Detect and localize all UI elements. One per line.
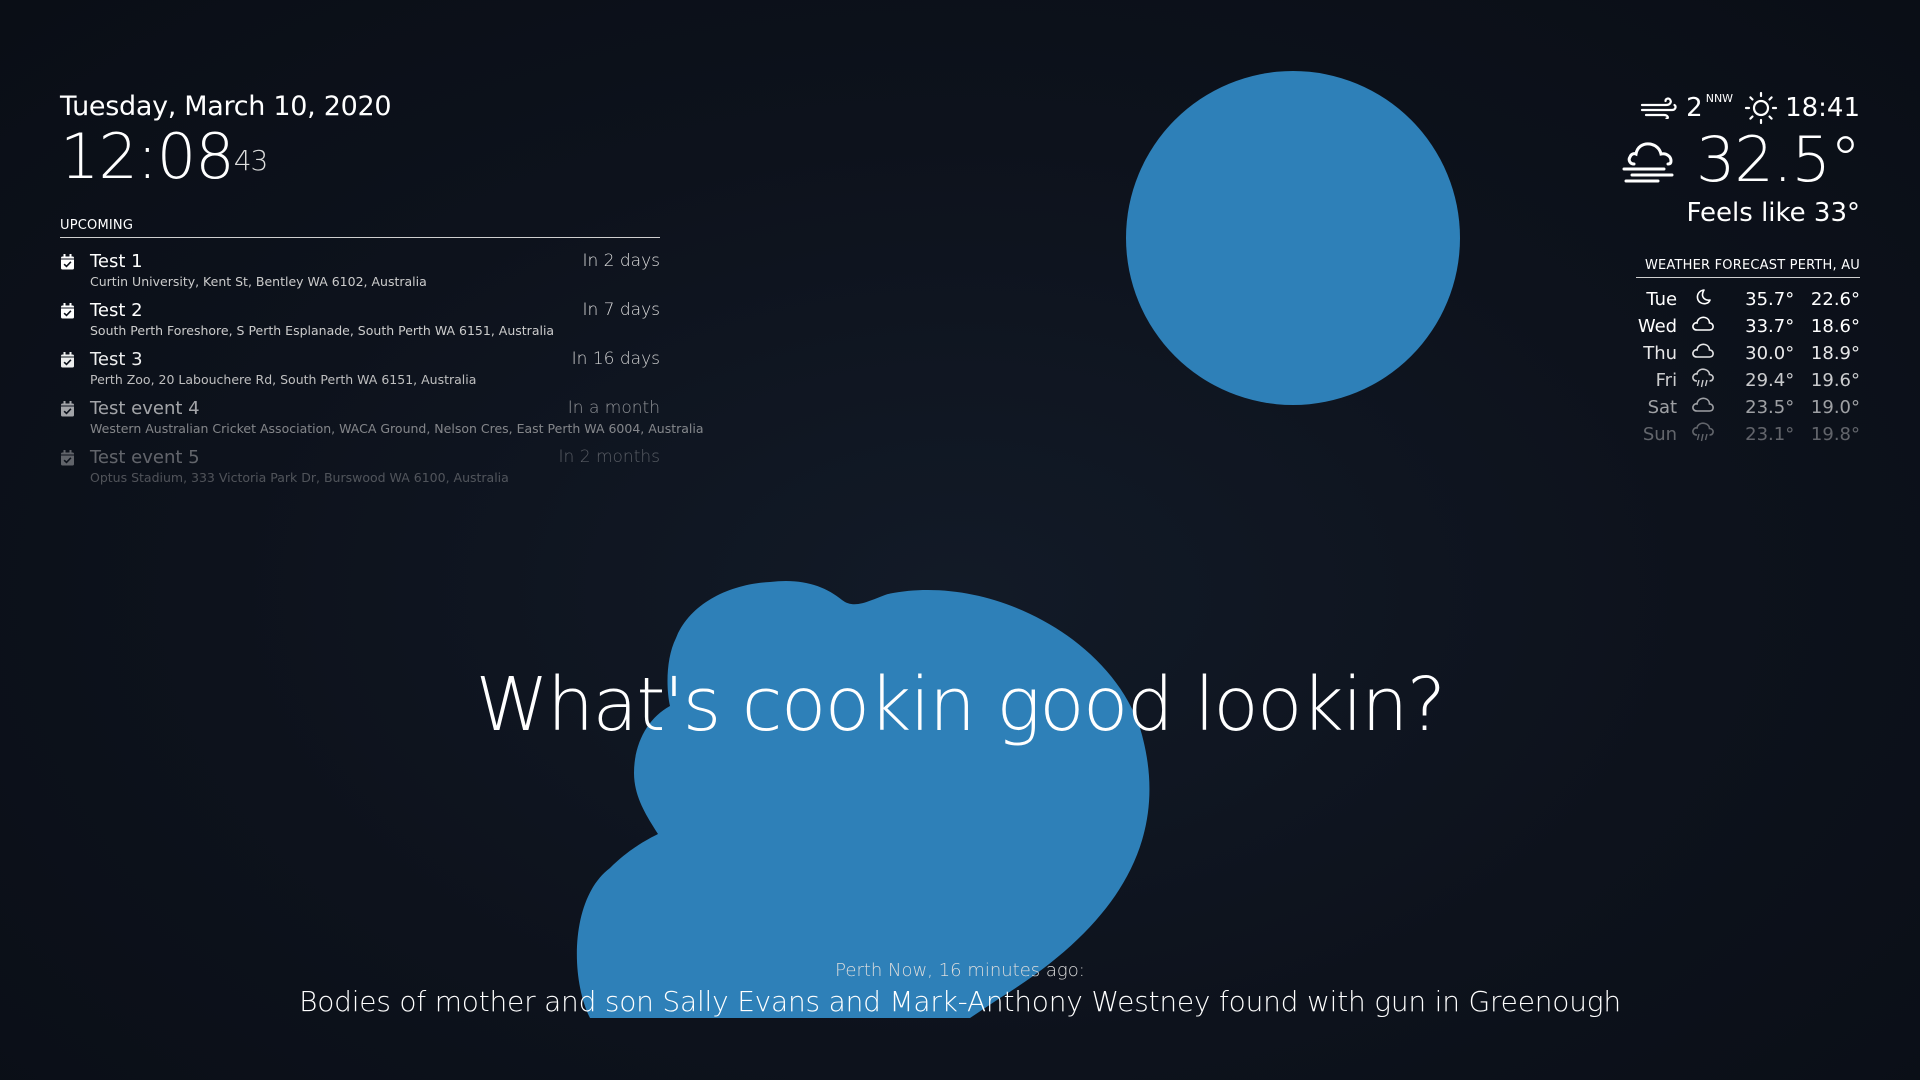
clock-module: Tuesday, March 10, 2020 12:0843 bbox=[60, 90, 392, 190]
event-when: In 2 months bbox=[558, 447, 660, 467]
calendar-header: UPCOMING bbox=[60, 218, 660, 238]
forecast-max: 23.5° bbox=[1745, 397, 1795, 418]
event-when: In a month bbox=[567, 398, 660, 418]
event-title: Test 1 bbox=[90, 250, 143, 272]
forecast-row: Wed 33.7° 18.6° bbox=[1636, 313, 1860, 340]
calendar-event: Test 1 In 2 days Curtin University, Kent… bbox=[60, 246, 660, 295]
forecast-max: 35.7° bbox=[1745, 289, 1795, 310]
windy-cloud-icon bbox=[1622, 142, 1674, 183]
cloud-icon bbox=[1691, 343, 1714, 358]
calendar-check-icon bbox=[61, 254, 74, 270]
calendar-event: Test event 5 In 2 months Optus Stadium, … bbox=[60, 442, 660, 491]
forecast-max: 23.1° bbox=[1745, 424, 1795, 445]
forecast-day: Sun bbox=[1642, 424, 1678, 445]
circle-blob bbox=[1126, 71, 1460, 405]
event-location: South Perth Foreshore, S Perth Esplanade… bbox=[90, 323, 555, 338]
forecast-max: 33.7° bbox=[1745, 316, 1795, 337]
event-location: Curtin University, Kent St, Bentley WA 6… bbox=[90, 274, 427, 289]
news-source: Perth Now, 16 minutes ago: bbox=[835, 960, 1085, 981]
sunset-time: 18:41 bbox=[1785, 93, 1860, 123]
cloud-icon bbox=[1691, 397, 1714, 412]
calendar-module: UPCOMING Test 1 In 2 days Curtin Univers… bbox=[60, 218, 704, 491]
wind-speed: 2 bbox=[1686, 93, 1703, 123]
clock-date: Tuesday, March 10, 2020 bbox=[60, 91, 392, 122]
wind-icon bbox=[1641, 97, 1677, 119]
current-weather-module: 2 NNW 18:41 32.5° Feels like 33° bbox=[1620, 90, 1861, 228]
wind-direction: NNW bbox=[1705, 92, 1734, 105]
forecast-row: Sun 23.1° 19.8° bbox=[1636, 421, 1860, 448]
calendar-check-icon bbox=[61, 401, 74, 417]
event-title: Test 2 bbox=[90, 299, 143, 321]
forecast-table: Tue 35.7° 22.6° Wed 33.7° 18.6° Thu 30.0… bbox=[1636, 286, 1860, 448]
event-when: In 16 days bbox=[571, 349, 660, 369]
calendar-check-icon bbox=[61, 352, 74, 368]
cloud-blob bbox=[576, 580, 1150, 1018]
sunset-icon bbox=[1744, 91, 1778, 125]
forecast-row: Thu 30.0° 18.9° bbox=[1636, 340, 1860, 367]
forecast-min: 18.6° bbox=[1810, 316, 1860, 337]
event-when: In 7 days bbox=[582, 300, 660, 320]
forecast-min: 18.9° bbox=[1810, 343, 1860, 364]
forecast-row: Sat 23.5° 19.0° bbox=[1636, 394, 1860, 421]
rain-cloud-icon bbox=[1691, 368, 1714, 388]
forecast-day: Thu bbox=[1643, 343, 1678, 364]
calendar-event: Test 3 In 16 days Perth Zoo, 20 Labouche… bbox=[60, 344, 660, 393]
event-location: Western Australian Cricket Association, … bbox=[90, 421, 704, 436]
wind-sun-row: 2 NNW 18:41 bbox=[1620, 90, 1860, 126]
forecast-min: 19.0° bbox=[1810, 397, 1860, 418]
temperature-row: 32.5° bbox=[1620, 123, 1861, 196]
forecast-day: Fri bbox=[1655, 370, 1678, 391]
event-location: Perth Zoo, 20 Labouchere Rd, South Perth… bbox=[90, 372, 477, 387]
calendar-check-icon bbox=[61, 303, 74, 319]
event-title: Test event 5 bbox=[90, 446, 200, 468]
event-when: In 2 days bbox=[582, 251, 660, 271]
weather-forecast-module: WEATHER FORECAST PERTH, AU Tue 35.7° 22.… bbox=[1636, 258, 1860, 448]
news-headline: Bodies of mother and son Sally Evans and… bbox=[299, 985, 1621, 1018]
feels-like: Feels like 33° bbox=[1686, 198, 1860, 228]
current-temperature: 32.5° bbox=[1695, 123, 1861, 196]
event-location: Optus Stadium, 333 Victoria Park Dr, Bur… bbox=[90, 470, 509, 485]
rain-cloud-icon bbox=[1691, 422, 1714, 442]
forecast-max: 30.0° bbox=[1745, 343, 1795, 364]
forecast-day: Wed bbox=[1637, 316, 1678, 337]
forecast-min: 19.6° bbox=[1810, 370, 1860, 391]
forecast-header: WEATHER FORECAST PERTH, AU bbox=[1636, 258, 1860, 278]
cloud-icon bbox=[1691, 316, 1714, 331]
moon-icon bbox=[1696, 289, 1711, 305]
newsfeed-module: Perth Now, 16 minutes ago: Bodies of mot… bbox=[0, 960, 1920, 1018]
event-title: Test 3 bbox=[90, 348, 143, 370]
compliment-text: What's cookin good lookin? bbox=[475, 662, 1446, 748]
clock-hours-minutes: 12:08 bbox=[60, 120, 235, 193]
forecast-min: 22.6° bbox=[1810, 289, 1860, 310]
compliment-module: What's cookin good lookin? bbox=[0, 662, 1920, 748]
event-title: Test event 4 bbox=[90, 397, 200, 419]
clock-seconds: 43 bbox=[233, 144, 269, 177]
clock-time: 12:0843 bbox=[60, 124, 391, 190]
forecast-min: 19.8° bbox=[1810, 424, 1860, 445]
calendar-event: Test event 4 In a month Western Australi… bbox=[60, 393, 704, 442]
calendar-event: Test 2 In 7 days South Perth Foreshore, … bbox=[60, 295, 660, 344]
forecast-day: Sat bbox=[1647, 397, 1678, 418]
calendar-check-icon bbox=[61, 450, 74, 466]
forecast-row: Fri 29.4° 19.6° bbox=[1636, 367, 1860, 394]
forecast-max: 29.4° bbox=[1745, 370, 1795, 391]
forecast-row: Tue 35.7° 22.6° bbox=[1636, 286, 1860, 313]
forecast-day: Tue bbox=[1646, 289, 1678, 310]
